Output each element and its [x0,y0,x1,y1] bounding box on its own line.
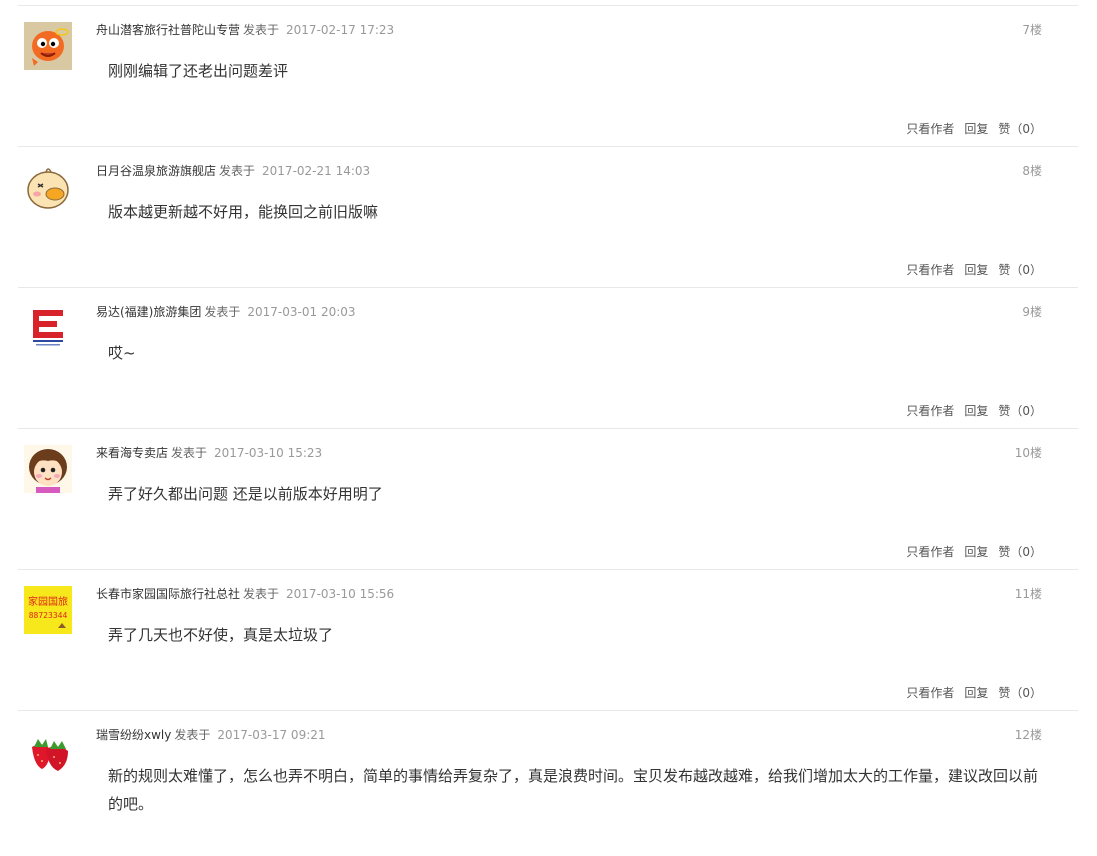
floor-number: 9楼 [1022,305,1042,319]
comment-meta: 来看海专卖店 发表于 2017-03-10 15:23 [96,445,322,461]
comment-item: 家园国旅 88723344 长春市家园国际旅行社总社 发表于 2017-03-10 … [18,570,1078,711]
comment-meta: 瑞雪纷纷xwly 发表于 2017-03-17 09:21 [96,727,326,743]
comment-actions: 只看作者 回复 赞（0） [906,403,1042,419]
comment-content: 版本越更新越不好用，能换回之前旧版嘛 [108,203,379,221]
yellow-sign-avatar-icon[interactable]: 家园国旅 88723344 [24,586,72,634]
strawberry-avatar-icon[interactable] [24,727,72,775]
floor-number: 12楼 [1014,728,1042,742]
posted-label: 发表于 [219,164,256,178]
comment-actions: 只看作者 回复 赞（0） [906,544,1042,560]
comment-item: 舟山潜客旅行社普陀山专营 发表于 2017-02-17 17:23 7楼 刚刚编辑了… [18,6,1078,147]
author-only-link[interactable]: 只看作者 [906,545,954,559]
comment-item: 瑞雪纷纷xwly 发表于 2017-03-17 09:21 12楼 新的规则太难懂了… [18,711,1078,856]
author-only-link[interactable]: 只看作者 [906,122,954,136]
post-time: 2017-03-10 15:23 [214,446,323,460]
reply-link[interactable]: 回复 [964,263,988,277]
comment-content: 新的规则太难懂了，怎么也弄不明白，简单的事情给弄复杂了，真是浪费时间。宝贝发布越… [108,767,1039,813]
reply-link[interactable]: 回复 [964,686,988,700]
comment-content: 哎~ [108,344,136,362]
reply-link[interactable]: 回复 [964,545,988,559]
posted-label: 发表于 [204,305,241,319]
author-name[interactable]: 易达(福建)旅游集团 [96,305,201,319]
post-time: 2017-03-01 20:03 [247,305,356,319]
like-link[interactable]: 赞（0） [998,686,1042,700]
floor-number: 8楼 [1022,164,1042,178]
author-only-link[interactable]: 只看作者 [906,686,954,700]
girl-cartoon-avatar-icon[interactable] [24,445,72,493]
comment-list: 舟山潜客旅行社普陀山专营 发表于 2017-02-17 17:23 7楼 刚刚编辑了… [0,0,1097,856]
duck-cartoon-avatar-icon[interactable] [24,163,72,211]
comment-meta: 易达(福建)旅游集团 发表于 2017-03-01 20:03 [96,304,356,320]
comment-item: 来看海专卖店 发表于 2017-03-10 15:23 10楼 弄了好久都出问题 还… [18,429,1078,570]
floor-number: 7楼 [1022,23,1042,37]
post-time: 2017-03-10 15:56 [286,587,395,601]
comment-actions: 只看作者 回复 赞（0） [906,262,1042,278]
author-only-link[interactable]: 只看作者 [906,263,954,277]
author-name[interactable]: 来看海专卖店 [96,446,168,460]
reply-link[interactable]: 回复 [964,404,988,418]
posted-label: 发表于 [174,728,211,742]
posted-label: 发表于 [243,23,280,37]
author-name[interactable]: 舟山潜客旅行社普陀山专营 [96,23,240,37]
post-time: 2017-02-21 14:03 [262,164,371,178]
reply-link[interactable]: 回复 [964,122,988,136]
comment-content: 刚刚编辑了还老出问题差评 [108,62,289,80]
comment-meta: 长春市家园国际旅行社总社 发表于 2017-03-10 15:56 [96,586,394,602]
comment-content: 弄了几天也不好使，真是太垃圾了 [108,626,334,644]
post-time: 2017-02-17 17:23 [286,23,395,37]
red-logo-avatar-icon[interactable] [24,304,72,352]
post-time: 2017-03-17 09:21 [217,728,326,742]
comment-meta: 日月谷温泉旅游旗舰店 发表于 2017-02-21 14:03 [96,163,370,179]
like-link[interactable]: 赞（0） [998,122,1042,136]
posted-label: 发表于 [243,587,280,601]
like-link[interactable]: 赞（0） [998,404,1042,418]
avatar-sign-title: 家园国旅 [28,595,68,608]
comment-meta: 舟山潜客旅行社普陀山专营 发表于 2017-02-17 17:23 [96,22,394,38]
like-link[interactable]: 赞（0） [998,545,1042,559]
posted-label: 发表于 [171,446,208,460]
floor-number: 11楼 [1014,587,1042,601]
orange-cartoon-avatar-icon[interactable] [24,22,72,70]
comment-content: 弄了好久都出问题 还是以前版本好用明了 [108,485,383,503]
comment-item: 日月谷温泉旅游旗舰店 发表于 2017-02-21 14:03 8楼 版本越更新越不… [18,147,1078,288]
author-only-link[interactable]: 只看作者 [906,404,954,418]
author-name[interactable]: 日月谷温泉旅游旗舰店 [96,164,216,178]
floor-number: 10楼 [1014,446,1042,460]
comment-actions: 只看作者 回复 赞（0） [906,685,1042,701]
author-name[interactable]: 长春市家园国际旅行社总社 [96,587,240,601]
avatar-sign-phone: 88723344 [29,611,68,620]
comment-item: 易达(福建)旅游集团 发表于 2017-03-01 20:03 9楼 哎~ 只看作者… [18,288,1078,429]
like-link[interactable]: 赞（0） [998,263,1042,277]
comment-actions: 只看作者 回复 赞（0） [906,121,1042,137]
author-name[interactable]: 瑞雪纷纷xwly [96,728,171,742]
